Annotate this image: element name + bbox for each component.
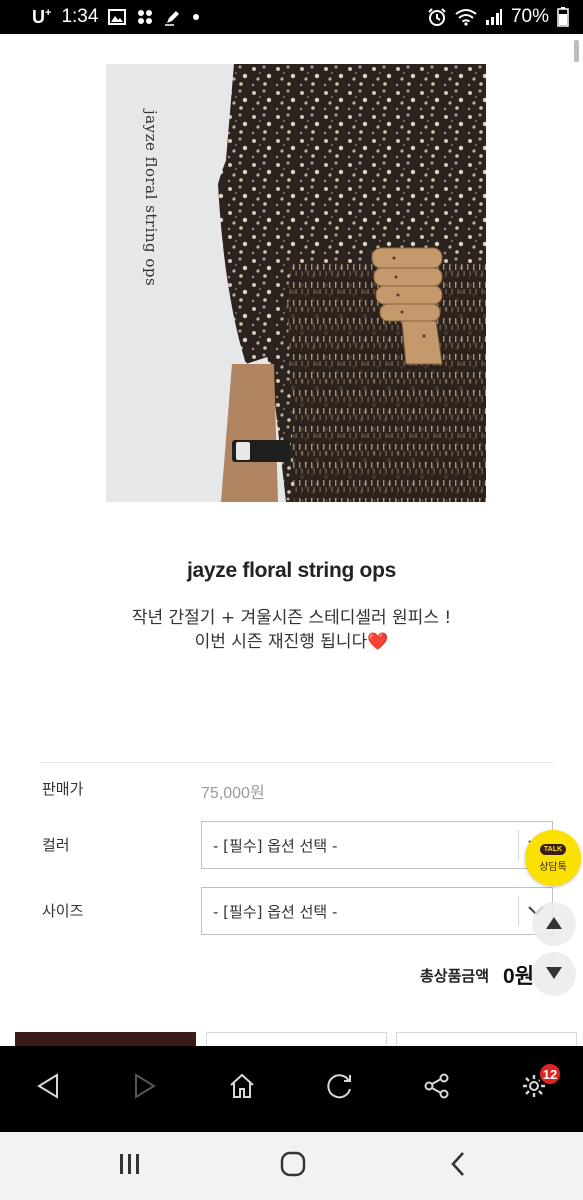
color-select-value: - [필수] 옵션 선택 - bbox=[213, 836, 338, 855]
nav-back-button[interactable] bbox=[436, 1146, 480, 1186]
talk-label: 상담톡 bbox=[539, 861, 567, 873]
scroll-up-button[interactable] bbox=[532, 902, 576, 946]
battery-icon bbox=[557, 7, 569, 27]
alarm-icon bbox=[427, 7, 447, 27]
carrier-label: U+ bbox=[32, 7, 51, 28]
price-value: 75,000원 bbox=[201, 785, 265, 802]
product-description: 작년 간절기 + 겨울시즌 스테디셀러 원피스 ! 이번 시즌 재진행 됩니다❤… bbox=[0, 606, 583, 654]
scroll-down-button[interactable] bbox=[532, 952, 576, 996]
talk-bubble-icon: TALK bbox=[539, 843, 567, 855]
description-line-2: 이번 시즌 재진행 됩니다❤️ bbox=[0, 630, 583, 654]
image-caption: jayze floral string ops bbox=[142, 110, 160, 287]
back-triangle-icon bbox=[37, 1073, 59, 1103]
recents-button[interactable] bbox=[108, 1146, 152, 1186]
down-arrow-icon bbox=[545, 965, 563, 984]
browser-home-button[interactable] bbox=[222, 1068, 262, 1108]
navigation-bar bbox=[0, 1132, 583, 1200]
flower-icon bbox=[136, 8, 154, 26]
description-line-2-text: 이번 시즌 재진행 됩니다 bbox=[194, 632, 368, 652]
color-label: 컬러 bbox=[42, 836, 70, 854]
total-price: 총상품금액 0원 bbox=[420, 960, 534, 990]
size-select[interactable]: - [필수] 옵션 선택 - bbox=[201, 887, 553, 935]
carrier-text: U bbox=[32, 6, 45, 27]
home-icon bbox=[229, 1073, 255, 1103]
browser-share-button[interactable] bbox=[417, 1068, 457, 1108]
battery-percent: 70% bbox=[510, 6, 549, 27]
browser-toolbar: 12 bbox=[0, 1046, 583, 1132]
clock: 1:34 bbox=[61, 6, 99, 27]
pen-icon bbox=[164, 8, 182, 26]
add-to-cart-button[interactable] bbox=[206, 1032, 387, 1046]
page-content[interactable]: jayze floral string ops jayze floral str… bbox=[0, 34, 583, 1046]
signal-icon bbox=[485, 8, 503, 26]
browser-forward-button[interactable] bbox=[125, 1068, 165, 1108]
home-circle-icon bbox=[280, 1151, 306, 1181]
nav-home-button[interactable] bbox=[271, 1146, 315, 1186]
size-select-value: - [필수] 옵션 선택 - bbox=[213, 902, 338, 921]
buy-now-button[interactable] bbox=[15, 1032, 196, 1046]
total-label: 총상품금액 bbox=[420, 966, 490, 985]
forward-triangle-icon bbox=[134, 1073, 156, 1103]
back-chevron-icon bbox=[450, 1151, 466, 1181]
recents-icon bbox=[118, 1153, 142, 1179]
product-image[interactable]: jayze floral string ops bbox=[106, 64, 486, 502]
price-label: 판매가 bbox=[42, 780, 84, 798]
carrier-sup: + bbox=[45, 6, 52, 19]
up-arrow-icon bbox=[545, 915, 563, 934]
refresh-icon bbox=[326, 1072, 354, 1104]
gallery-icon bbox=[108, 9, 127, 25]
options-divider bbox=[40, 762, 553, 763]
color-select[interactable]: - [필수] 옵션 선택 - bbox=[201, 821, 553, 869]
share-icon bbox=[424, 1073, 450, 1103]
browser-settings-button[interactable]: 12 bbox=[514, 1062, 562, 1108]
heart-icon: ❤️ bbox=[367, 632, 389, 652]
browser-back-button[interactable] bbox=[28, 1068, 68, 1108]
description-line-1: 작년 간절기 + 겨울시즌 스테디셀러 원피스 ! bbox=[131, 608, 452, 628]
kakao-talk-button[interactable]: TALK 상담톡 bbox=[525, 830, 581, 886]
status-bar: U+ 1:34 70% bbox=[0, 0, 583, 34]
wishlist-button[interactable] bbox=[396, 1032, 577, 1046]
browser-refresh-button[interactable] bbox=[320, 1068, 360, 1108]
dot-icon bbox=[192, 13, 200, 21]
scroll-indicator bbox=[574, 40, 579, 62]
total-value: 0원 bbox=[503, 965, 535, 988]
notification-badge: 12 bbox=[538, 1062, 562, 1086]
action-buttons-row bbox=[0, 1032, 583, 1046]
wifi-icon bbox=[455, 8, 477, 26]
product-title: jayze floral string ops bbox=[187, 559, 396, 582]
size-label: 사이즈 bbox=[42, 902, 84, 920]
